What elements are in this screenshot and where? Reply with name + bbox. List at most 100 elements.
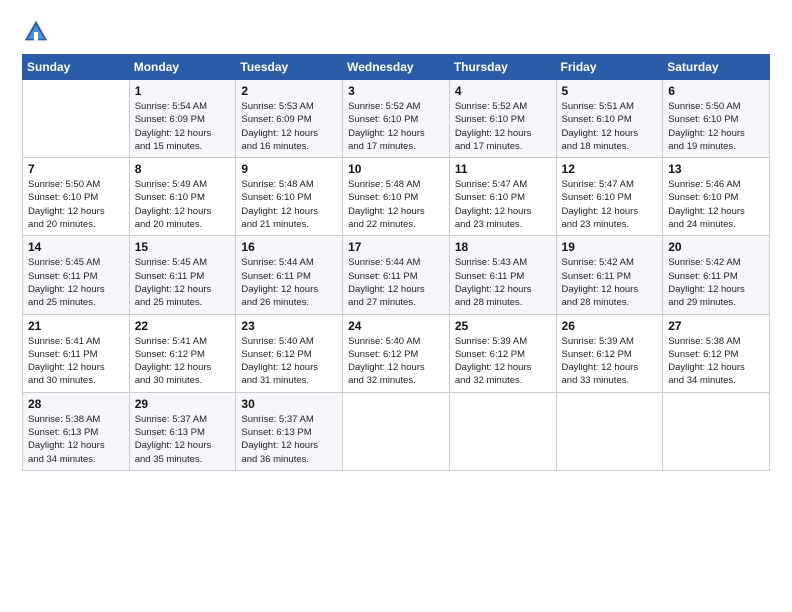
day-info: Sunrise: 5:37 AMSunset: 6:13 PMDaylight:… bbox=[135, 413, 231, 466]
day-number: 8 bbox=[135, 162, 231, 176]
week-row-3: 14 Sunrise: 5:45 AMSunset: 6:11 PMDayligh… bbox=[23, 236, 770, 314]
day-info: Sunrise: 5:50 AMSunset: 6:10 PMDaylight:… bbox=[28, 178, 124, 231]
day-info: Sunrise: 5:46 AMSunset: 6:10 PMDaylight:… bbox=[668, 178, 764, 231]
day-info: Sunrise: 5:38 AMSunset: 6:12 PMDaylight:… bbox=[668, 335, 764, 388]
calendar-cell bbox=[23, 80, 130, 158]
calendar-cell: 21 Sunrise: 5:41 AMSunset: 6:11 PMDayligh… bbox=[23, 314, 130, 392]
day-number: 14 bbox=[28, 240, 124, 254]
calendar-cell: 20 Sunrise: 5:42 AMSunset: 6:11 PMDayligh… bbox=[663, 236, 770, 314]
calendar-table: SundayMondayTuesdayWednesdayThursdayFrid… bbox=[22, 54, 770, 471]
col-header-tuesday: Tuesday bbox=[236, 55, 343, 80]
calendar-cell: 4 Sunrise: 5:52 AMSunset: 6:10 PMDaylight… bbox=[449, 80, 556, 158]
calendar-cell: 10 Sunrise: 5:48 AMSunset: 6:10 PMDayligh… bbox=[343, 158, 450, 236]
day-number: 25 bbox=[455, 319, 551, 333]
calendar-cell: 23Sunrise: 5:40 AMSunset: 6:12 PMDayligh… bbox=[236, 314, 343, 392]
day-info: Sunrise: 5:44 AMSunset: 6:11 PMDaylight:… bbox=[241, 256, 337, 309]
day-info: Sunrise: 5:37 AMSunset: 6:13 PMDaylight:… bbox=[241, 413, 337, 466]
day-number: 3 bbox=[348, 84, 444, 98]
day-number: 20 bbox=[668, 240, 764, 254]
day-info: Sunrise: 5:49 AMSunset: 6:10 PMDaylight:… bbox=[135, 178, 231, 231]
calendar-cell: 11Sunrise: 5:47 AMSunset: 6:10 PMDayligh… bbox=[449, 158, 556, 236]
day-number: 24 bbox=[348, 319, 444, 333]
week-row-5: 28 Sunrise: 5:38 AMSunset: 6:13 PMDayligh… bbox=[23, 392, 770, 470]
day-number: 7 bbox=[28, 162, 124, 176]
day-number: 17 bbox=[348, 240, 444, 254]
day-number: 26 bbox=[562, 319, 658, 333]
day-info: Sunrise: 5:48 AMSunset: 6:10 PMDaylight:… bbox=[348, 178, 444, 231]
calendar-cell bbox=[343, 392, 450, 470]
day-number: 13 bbox=[668, 162, 764, 176]
day-info: Sunrise: 5:42 AMSunset: 6:11 PMDaylight:… bbox=[668, 256, 764, 309]
calendar-cell: 19 Sunrise: 5:42 AMSunset: 6:11 PMDayligh… bbox=[556, 236, 663, 314]
calendar-cell: 28 Sunrise: 5:38 AMSunset: 6:13 PMDayligh… bbox=[23, 392, 130, 470]
day-number: 27 bbox=[668, 319, 764, 333]
calendar-cell: 17Sunrise: 5:44 AMSunset: 6:11 PMDayligh… bbox=[343, 236, 450, 314]
day-number: 21 bbox=[28, 319, 124, 333]
day-info: Sunrise: 5:45 AMSunset: 6:11 PMDaylight:… bbox=[135, 256, 231, 309]
calendar-cell bbox=[449, 392, 556, 470]
day-info: Sunrise: 5:38 AMSunset: 6:13 PMDaylight:… bbox=[28, 413, 124, 466]
day-number: 28 bbox=[28, 397, 124, 411]
calendar-cell: 30 Sunrise: 5:37 AMSunset: 6:13 PMDayligh… bbox=[236, 392, 343, 470]
calendar-cell: 12 Sunrise: 5:47 AMSunset: 6:10 PMDayligh… bbox=[556, 158, 663, 236]
header-row: SundayMondayTuesdayWednesdayThursdayFrid… bbox=[23, 55, 770, 80]
day-info: Sunrise: 5:47 AMSunset: 6:10 PMDaylight:… bbox=[455, 178, 551, 231]
calendar-cell: 13 Sunrise: 5:46 AMSunset: 6:10 PMDayligh… bbox=[663, 158, 770, 236]
calendar-cell: 27 Sunrise: 5:38 AMSunset: 6:12 PMDayligh… bbox=[663, 314, 770, 392]
day-info: Sunrise: 5:40 AMSunset: 6:12 PMDaylight:… bbox=[348, 335, 444, 388]
week-row-4: 21 Sunrise: 5:41 AMSunset: 6:11 PMDayligh… bbox=[23, 314, 770, 392]
day-number: 18 bbox=[455, 240, 551, 254]
day-number: 2 bbox=[241, 84, 337, 98]
page: SundayMondayTuesdayWednesdayThursdayFrid… bbox=[0, 0, 792, 612]
day-number: 6 bbox=[668, 84, 764, 98]
week-row-2: 7 Sunrise: 5:50 AMSunset: 6:10 PMDaylight… bbox=[23, 158, 770, 236]
day-info: Sunrise: 5:40 AMSunset: 6:12 PMDaylight:… bbox=[241, 335, 337, 388]
day-info: Sunrise: 5:43 AMSunset: 6:11 PMDaylight:… bbox=[455, 256, 551, 309]
day-number: 16 bbox=[241, 240, 337, 254]
logo bbox=[22, 18, 54, 46]
day-number: 4 bbox=[455, 84, 551, 98]
calendar-cell: 1Sunrise: 5:54 AMSunset: 6:09 PMDaylight… bbox=[129, 80, 236, 158]
col-header-monday: Monday bbox=[129, 55, 236, 80]
calendar-cell: 5 Sunrise: 5:51 AMSunset: 6:10 PMDaylight… bbox=[556, 80, 663, 158]
col-header-sunday: Sunday bbox=[23, 55, 130, 80]
calendar-cell: 6Sunrise: 5:50 AMSunset: 6:10 PMDaylight… bbox=[663, 80, 770, 158]
calendar-cell: 14 Sunrise: 5:45 AMSunset: 6:11 PMDayligh… bbox=[23, 236, 130, 314]
week-row-1: 1Sunrise: 5:54 AMSunset: 6:09 PMDaylight… bbox=[23, 80, 770, 158]
day-info: Sunrise: 5:47 AMSunset: 6:10 PMDaylight:… bbox=[562, 178, 658, 231]
day-number: 30 bbox=[241, 397, 337, 411]
day-number: 12 bbox=[562, 162, 658, 176]
header bbox=[22, 18, 770, 46]
day-info: Sunrise: 5:39 AMSunset: 6:12 PMDaylight:… bbox=[455, 335, 551, 388]
calendar-cell: 7 Sunrise: 5:50 AMSunset: 6:10 PMDaylight… bbox=[23, 158, 130, 236]
day-number: 29 bbox=[135, 397, 231, 411]
day-info: Sunrise: 5:41 AMSunset: 6:12 PMDaylight:… bbox=[135, 335, 231, 388]
day-info: Sunrise: 5:51 AMSunset: 6:10 PMDaylight:… bbox=[562, 100, 658, 153]
day-info: Sunrise: 5:48 AMSunset: 6:10 PMDaylight:… bbox=[241, 178, 337, 231]
day-number: 9 bbox=[241, 162, 337, 176]
calendar-cell: 2 Sunrise: 5:53 AMSunset: 6:09 PMDaylight… bbox=[236, 80, 343, 158]
day-number: 1 bbox=[135, 84, 231, 98]
day-info: Sunrise: 5:45 AMSunset: 6:11 PMDaylight:… bbox=[28, 256, 124, 309]
day-info: Sunrise: 5:53 AMSunset: 6:09 PMDaylight:… bbox=[241, 100, 337, 153]
day-number: 19 bbox=[562, 240, 658, 254]
calendar-cell: 29 Sunrise: 5:37 AMSunset: 6:13 PMDayligh… bbox=[129, 392, 236, 470]
calendar-cell: 3 Sunrise: 5:52 AMSunset: 6:10 PMDaylight… bbox=[343, 80, 450, 158]
day-info: Sunrise: 5:52 AMSunset: 6:10 PMDaylight:… bbox=[348, 100, 444, 153]
day-info: Sunrise: 5:42 AMSunset: 6:11 PMDaylight:… bbox=[562, 256, 658, 309]
calendar-cell: 9 Sunrise: 5:48 AMSunset: 6:10 PMDaylight… bbox=[236, 158, 343, 236]
day-number: 5 bbox=[562, 84, 658, 98]
day-number: 22 bbox=[135, 319, 231, 333]
calendar-cell: 24 Sunrise: 5:40 AMSunset: 6:12 PMDayligh… bbox=[343, 314, 450, 392]
logo-icon bbox=[22, 18, 50, 46]
calendar-cell bbox=[663, 392, 770, 470]
day-info: Sunrise: 5:52 AMSunset: 6:10 PMDaylight:… bbox=[455, 100, 551, 153]
day-info: Sunrise: 5:41 AMSunset: 6:11 PMDaylight:… bbox=[28, 335, 124, 388]
day-number: 15 bbox=[135, 240, 231, 254]
day-number: 10 bbox=[348, 162, 444, 176]
col-header-wednesday: Wednesday bbox=[343, 55, 450, 80]
calendar-cell: 8 Sunrise: 5:49 AMSunset: 6:10 PMDaylight… bbox=[129, 158, 236, 236]
calendar-cell bbox=[556, 392, 663, 470]
calendar-cell: 22 Sunrise: 5:41 AMSunset: 6:12 PMDayligh… bbox=[129, 314, 236, 392]
col-header-saturday: Saturday bbox=[663, 55, 770, 80]
